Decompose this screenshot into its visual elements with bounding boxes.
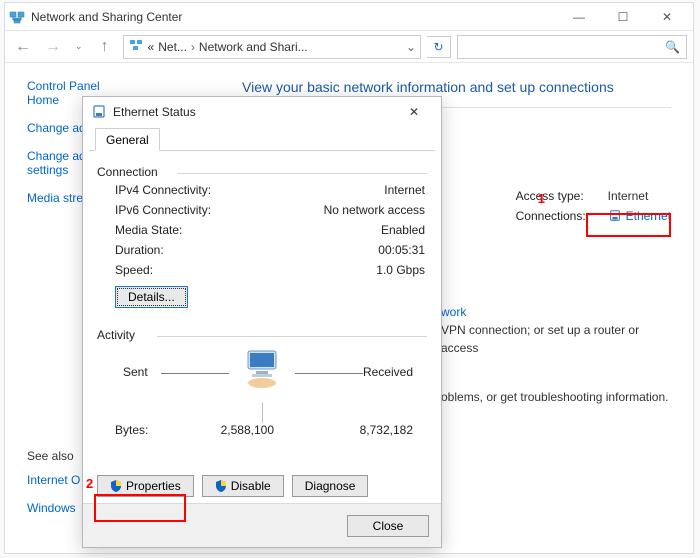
properties-button[interactable]: Properties [97,475,194,497]
bytes-sent-value: 2,588,100 [205,423,274,437]
dialog-title: Ethernet Status [113,105,196,119]
app-icon [9,9,25,25]
activity-group-label: Activity [97,328,427,342]
connections-label: Connections: [516,209,608,223]
breadcrumb[interactable]: « Net... › Network and Shari... ⌄ [123,35,421,59]
ethernet-status-dialog: Ethernet Status ✕ General Connection IPv… [82,96,442,548]
close-window-button[interactable]: ✕ [645,3,689,31]
breadcrumb-dropdown-icon[interactable]: ⌄ [406,40,416,54]
sent-label: Sent [123,365,148,379]
bytes-label: Bytes: [115,423,205,437]
disable-button[interactable]: Disable [202,475,284,497]
see-also-link[interactable]: Internet O [27,473,80,487]
nav-forward-button[interactable]: → [41,35,65,59]
connection-group-label: Connection [97,165,427,179]
search-input[interactable]: 🔍 [457,35,687,59]
ethernet-icon [91,104,107,120]
ethernet-icon [608,209,622,223]
media-state-value: Enabled [381,223,425,237]
bytes-received-value: 8,732,182 [344,423,413,437]
ipv6-value: No network access [324,203,425,217]
close-button[interactable]: Close [347,515,429,537]
access-type-label: Access type: [516,189,608,203]
ipv4-value: Internet [384,183,425,197]
search-icon: 🔍 [665,40,680,54]
see-also-link[interactable]: Windows [27,501,80,515]
diagnose-button[interactable]: Diagnose [292,475,369,497]
see-also: See also Internet O Windows [27,449,80,529]
maximize-button[interactable]: ☐ [601,3,645,31]
dialog-close-button[interactable]: ✕ [395,99,433,125]
annotation-1: 1 [538,191,545,206]
minimize-button[interactable]: — [557,3,601,31]
tab-general[interactable]: General [95,128,160,151]
dialog-titlebar: Ethernet Status ✕ [83,97,441,127]
speed-value: 1.0 Gbps [376,263,425,277]
partial-text-1: work VPN connection; or set up a router … [441,303,671,357]
partial-text-2: oblems, or get troubleshooting informati… [441,388,671,406]
shield-icon [215,480,227,492]
nav-back-button[interactable]: ← [11,35,35,59]
activity-diagram: Sent Received [109,343,415,423]
location-icon [128,37,144,56]
tab-strip: General [89,127,435,151]
received-label: Received [363,365,413,379]
duration-value: 00:05:31 [378,243,425,257]
connection-link[interactable]: Ethernet [608,209,671,223]
window-title: Network and Sharing Center [31,10,182,24]
annotation-2: 2 [86,476,93,491]
refresh-button[interactable]: ↻ [427,36,451,58]
page-heading: View your basic network information and … [242,79,671,95]
details-button[interactable]: Details... [115,286,188,308]
nav-toolbar: ← → ⌄ ↑ « Net... › Network and Shari... … [5,31,693,63]
titlebar: Network and Sharing Center — ☐ ✕ [5,3,693,31]
nav-up-button[interactable]: ↑ [93,35,117,59]
shield-icon [110,480,122,492]
recent-locations-dropdown[interactable]: ⌄ [75,41,83,52]
access-type-value: Internet [608,189,649,203]
computer-icon [240,347,284,394]
